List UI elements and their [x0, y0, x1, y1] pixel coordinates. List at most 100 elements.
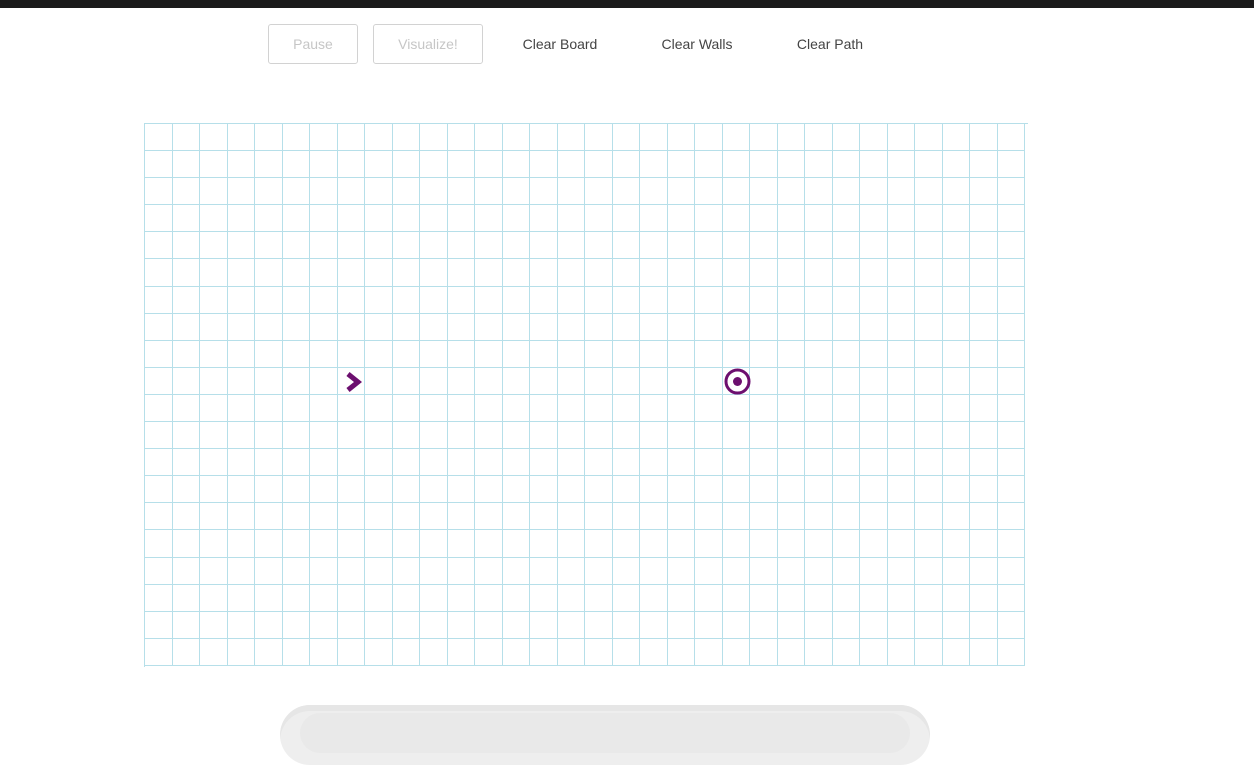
- grid-cell[interactable]: [200, 449, 228, 477]
- grid-cell[interactable]: [530, 530, 558, 558]
- grid-cell[interactable]: [530, 394, 558, 423]
- grid-cell[interactable]: [145, 638, 173, 666]
- grid-cell[interactable]: [887, 638, 915, 666]
- clear-board-button[interactable]: Clear Board: [510, 24, 610, 64]
- grid-cell[interactable]: [612, 151, 640, 179]
- grid-cell[interactable]: [887, 476, 915, 504]
- grid-cell[interactable]: [722, 205, 750, 233]
- grid-cell[interactable]: [502, 611, 530, 639]
- grid-cell[interactable]: [997, 313, 1025, 341]
- grid-cell[interactable]: [997, 611, 1025, 639]
- grid-cell[interactable]: [172, 638, 200, 666]
- grid-cell[interactable]: [227, 259, 255, 287]
- grid-cell[interactable]: [585, 205, 613, 233]
- grid-cell[interactable]: [640, 259, 668, 287]
- grid-cell[interactable]: [475, 530, 503, 558]
- grid-cell[interactable]: [557, 205, 585, 233]
- grid-cell[interactable]: [557, 557, 585, 585]
- grid-cell[interactable]: [887, 178, 915, 206]
- grid-cell[interactable]: [255, 178, 283, 206]
- grid-cell[interactable]: [310, 232, 338, 260]
- grid-cell[interactable]: [337, 124, 365, 152]
- grid-cell[interactable]: [392, 611, 420, 639]
- grid-cell[interactable]: [640, 151, 668, 179]
- grid-cell[interactable]: [145, 394, 173, 423]
- grid-cell[interactable]: [970, 232, 998, 260]
- grid-cell[interactable]: [420, 205, 448, 233]
- grid-cell[interactable]: [255, 124, 283, 152]
- grid-cell[interactable]: [915, 557, 943, 585]
- grid-cell[interactable]: [337, 503, 365, 531]
- grid-cell[interactable]: [612, 530, 640, 558]
- grid-cell[interactable]: [860, 151, 888, 179]
- grid-cell[interactable]: [502, 259, 530, 287]
- grid-cell[interactable]: [365, 178, 393, 206]
- grid-cell[interactable]: [530, 151, 558, 179]
- clear-walls-button[interactable]: Clear Walls: [648, 24, 746, 64]
- grid-cell[interactable]: [695, 503, 723, 531]
- grid-cell[interactable]: [447, 394, 475, 423]
- grid-cell[interactable]: [392, 151, 420, 179]
- grid-cell[interactable]: [805, 638, 833, 666]
- grid-cell[interactable]: [145, 124, 173, 152]
- grid-cell[interactable]: [420, 367, 448, 395]
- grid-cell[interactable]: [502, 638, 530, 666]
- grid-cell[interactable]: [337, 232, 365, 260]
- grid-cell[interactable]: [447, 340, 475, 368]
- grid-cell[interactable]: [447, 178, 475, 206]
- grid-cell[interactable]: [392, 584, 420, 612]
- grid-cell[interactable]: [667, 286, 695, 314]
- grid-cell[interactable]: [777, 530, 805, 558]
- grid-cell[interactable]: [337, 205, 365, 233]
- grid-cell[interactable]: [145, 503, 173, 531]
- grid-cell[interactable]: [337, 449, 365, 477]
- grid-cell[interactable]: [365, 394, 393, 423]
- grid-cell[interactable]: [200, 367, 228, 395]
- grid-cell[interactable]: [172, 530, 200, 558]
- grid-cell[interactable]: [475, 476, 503, 504]
- grid-cell[interactable]: [530, 503, 558, 531]
- grid-cell[interactable]: [722, 422, 750, 450]
- grid-cell[interactable]: [722, 232, 750, 260]
- grid-cell[interactable]: [420, 611, 448, 639]
- grid-cell[interactable]: [557, 530, 585, 558]
- grid-cell[interactable]: [200, 422, 228, 450]
- grid-cell[interactable]: [502, 449, 530, 477]
- grid-cell[interactable]: [805, 367, 833, 395]
- grid-cell[interactable]: [667, 503, 695, 531]
- grid-cell[interactable]: [585, 313, 613, 341]
- grid-cell[interactable]: [585, 367, 613, 395]
- grid-cell[interactable]: [942, 503, 970, 531]
- grid-cell[interactable]: [145, 313, 173, 341]
- grid-cell[interactable]: [997, 476, 1025, 504]
- grid-cell[interactable]: [667, 124, 695, 152]
- grid-cell[interactable]: [475, 611, 503, 639]
- grid-cell[interactable]: [365, 286, 393, 314]
- grid-cell[interactable]: [860, 313, 888, 341]
- grid-cell[interactable]: [200, 340, 228, 368]
- grid-cell[interactable]: [447, 151, 475, 179]
- grid-cell[interactable]: [997, 259, 1025, 287]
- grid-cell[interactable]: [365, 367, 393, 395]
- grid-cell[interactable]: [695, 422, 723, 450]
- grid-cell[interactable]: [447, 259, 475, 287]
- grid-cell[interactable]: [915, 611, 943, 639]
- grid-cell[interactable]: [585, 476, 613, 504]
- grid-cell[interactable]: [722, 584, 750, 612]
- grid-cell[interactable]: [420, 340, 448, 368]
- grid-cell[interactable]: [832, 313, 860, 341]
- grid-cell[interactable]: [997, 178, 1025, 206]
- grid-cell[interactable]: [860, 530, 888, 558]
- grid-cell[interactable]: [612, 449, 640, 477]
- grid-cell[interactable]: [557, 611, 585, 639]
- grid-cell[interactable]: [942, 313, 970, 341]
- grid-cell[interactable]: [227, 205, 255, 233]
- grid-cell[interactable]: [860, 124, 888, 152]
- grid-cell[interactable]: [915, 638, 943, 666]
- grid-cell[interactable]: [887, 124, 915, 152]
- grid-cell[interactable]: [640, 422, 668, 450]
- grid-cell[interactable]: [612, 422, 640, 450]
- grid-cell[interactable]: [970, 205, 998, 233]
- grid-cell[interactable]: [227, 394, 255, 423]
- grid-cell[interactable]: [695, 151, 723, 179]
